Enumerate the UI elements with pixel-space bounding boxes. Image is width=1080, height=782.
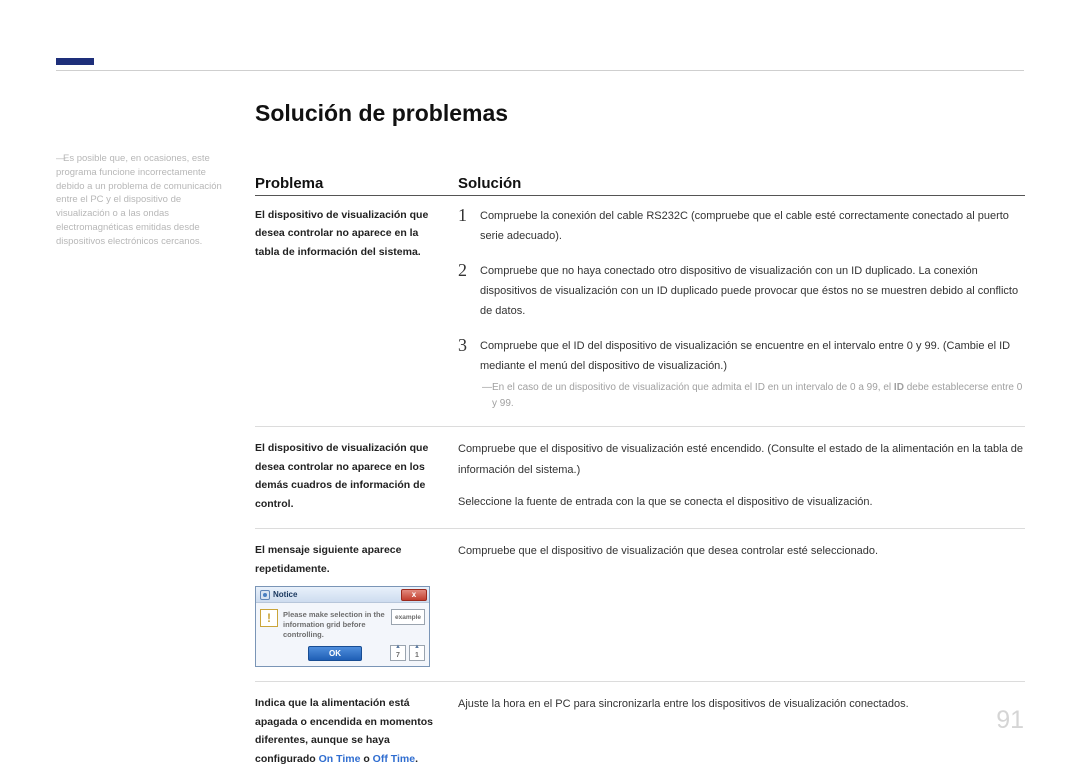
- dialog-spinners: ▲ 7 ▲ 1: [390, 645, 425, 661]
- accent-bar: [56, 58, 94, 65]
- spinner[interactable]: ▲ 1: [409, 645, 425, 661]
- table-row: Indica que la alimentación está apagada …: [255, 694, 1025, 782]
- problem-cell: El dispositivo de visualización que dese…: [255, 439, 458, 514]
- step-text: Compruebe que no haya conectado otro dis…: [480, 261, 1025, 322]
- subnote-bold: ID: [894, 382, 904, 393]
- problem-cell: Indica que la alimentación está apagada …: [255, 694, 458, 768]
- solution-line: Seleccione la fuente de entrada con la q…: [458, 492, 1025, 512]
- solution-line: Compruebe que el dispositivo de visualiz…: [458, 541, 1025, 561]
- problem-cell: El dispositivo de visualización que dese…: [255, 206, 458, 412]
- dialog-titlebar: Notice x: [256, 587, 429, 603]
- step: 2 Compruebe que no haya conectado otro d…: [458, 261, 1025, 322]
- step-number: 3: [458, 336, 480, 377]
- header-solucion: Solución: [458, 175, 1025, 192]
- step-number: 2: [458, 261, 480, 322]
- spinner[interactable]: ▲ 7: [390, 645, 406, 661]
- main-content: Solución de problemas Problema Solución …: [255, 100, 1025, 782]
- page-title: Solución de problemas: [255, 100, 1025, 127]
- subnote-pre: En el caso de un dispositivo de visualiz…: [492, 382, 894, 393]
- table-row: El dispositivo de visualización que dese…: [255, 206, 1025, 427]
- dialog-title: Notice: [273, 588, 401, 602]
- problem-cell: El mensaje siguiente aparece repetidamen…: [255, 541, 458, 667]
- step: 1 Compruebe la conexión del cable RS232C…: [458, 206, 1025, 247]
- table-row: El dispositivo de visualización que dese…: [255, 439, 1025, 529]
- step: 3 Compruebe que el ID del dispositivo de…: [458, 336, 1025, 377]
- page-number: 91: [996, 706, 1024, 735]
- solution-cell: Ajuste la hora en el PC para sincronizar…: [458, 694, 1025, 768]
- troubleshoot-table: Problema Solución El dispositivo de visu…: [255, 175, 1025, 782]
- subnote: ― En el caso de un dispositivo de visual…: [482, 380, 1025, 412]
- ok-button[interactable]: OK: [308, 646, 362, 661]
- solution-line: Ajuste la hora en el PC para sincronizar…: [458, 694, 1025, 714]
- table-header: Problema Solución: [255, 175, 1025, 196]
- warning-icon: !: [260, 609, 278, 627]
- page: ―Es posible que, en ocasiones, este prog…: [0, 0, 1080, 763]
- solution-cell: 1 Compruebe la conexión del cable RS232C…: [458, 206, 1025, 412]
- problem-text: El mensaje siguiente aparece repetidamen…: [255, 544, 402, 574]
- solution-line: Compruebe que el dispositivo de visualiz…: [458, 439, 1025, 480]
- sidenote-text: Es posible que, en ocasiones, este progr…: [56, 153, 222, 247]
- solution-cell: Compruebe que el dispositivo de visualiz…: [458, 541, 1025, 667]
- step-text: Compruebe que el ID del dispositivo de v…: [480, 336, 1025, 377]
- header-problema: Problema: [255, 175, 458, 192]
- step-text: Compruebe la conexión del cable RS232C (…: [480, 206, 1025, 247]
- dialog-body: ! Please make selection in the informati…: [256, 603, 429, 643]
- top-rule: [56, 70, 1024, 71]
- table-row: El mensaje siguiente aparece repetidamen…: [255, 541, 1025, 682]
- dialog-footer: OK ▲ 7 ▲ 1: [256, 643, 429, 666]
- notice-dialog: Notice x ! Please make selection in the …: [255, 586, 430, 667]
- solution-cell: Compruebe que el dispositivo de visualiz…: [458, 439, 1025, 514]
- dialog-message: Please make selection in the information…: [283, 609, 388, 639]
- sidenote: ―Es posible que, en ocasiones, este prog…: [56, 152, 231, 248]
- example-badge: example: [391, 609, 425, 625]
- close-icon[interactable]: x: [401, 589, 427, 601]
- step-number: 1: [458, 206, 480, 247]
- dialog-app-icon: [260, 590, 270, 600]
